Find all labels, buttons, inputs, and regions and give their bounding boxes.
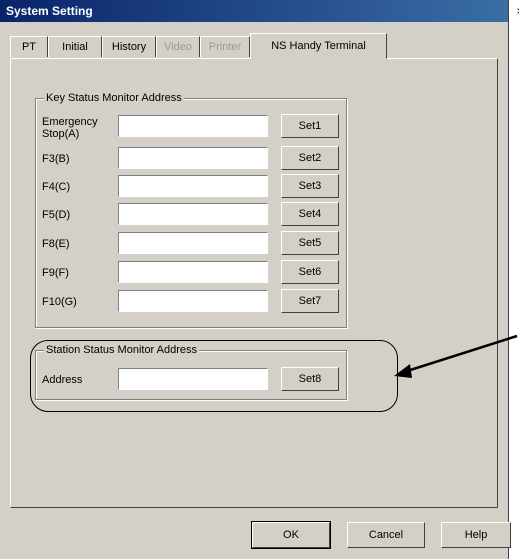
- f9-address-input[interactable]: [118, 261, 268, 283]
- set4-button[interactable]: Set4: [281, 202, 339, 226]
- title-bar: System Setting: [0, 0, 508, 22]
- row-label-f9: F9(F): [42, 267, 69, 279]
- row-label-f3: F3(B): [42, 153, 70, 165]
- row-label-line2: Stop(A): [42, 128, 80, 140]
- set5-button[interactable]: Set5: [281, 231, 339, 255]
- f5-address-input[interactable]: [118, 203, 268, 225]
- row-label-f8: F8(E): [42, 238, 70, 250]
- key-status-group-title: Key Status Monitor Address: [44, 92, 184, 104]
- f4-address-input[interactable]: [118, 175, 268, 197]
- window-title: System Setting: [6, 4, 93, 18]
- f10-address-input[interactable]: [118, 290, 268, 312]
- tab-printer[interactable]: Printer: [200, 36, 250, 57]
- tab-initial[interactable]: Initial: [48, 36, 102, 57]
- system-setting-dialog: System Setting PT Initial History Video …: [0, 0, 509, 559]
- set6-button[interactable]: Set6: [281, 260, 339, 284]
- row-label-f4: F4(C): [42, 181, 71, 193]
- set7-button[interactable]: Set7: [281, 289, 339, 313]
- callout-arrow-icon: [394, 334, 518, 378]
- close-icon[interactable]: ×: [513, 4, 519, 18]
- highlight-oval: [30, 340, 398, 412]
- tab-pt[interactable]: PT: [10, 36, 48, 57]
- tab-video[interactable]: Video: [156, 36, 200, 57]
- ok-button[interactable]: OK: [251, 521, 331, 549]
- cancel-button[interactable]: Cancel: [347, 522, 425, 548]
- f8-address-input[interactable]: [118, 232, 268, 254]
- set3-button[interactable]: Set3: [281, 174, 339, 198]
- row-label-f10: F10(G): [42, 296, 77, 308]
- set2-button[interactable]: Set2: [281, 146, 339, 170]
- row-label-f5: F5(D): [42, 209, 71, 221]
- row-label-emergency-stop: Emergency Stop(A): [42, 116, 98, 140]
- tab-ns-handy-terminal[interactable]: NS Handy Terminal: [250, 33, 387, 59]
- tab-history[interactable]: History: [102, 36, 156, 57]
- row-label-line1: Emergency: [42, 116, 98, 128]
- emergency-stop-address-input[interactable]: [118, 115, 268, 137]
- f3-address-input[interactable]: [118, 147, 268, 169]
- help-button[interactable]: Help: [441, 522, 511, 548]
- set1-button[interactable]: Set1: [281, 114, 339, 138]
